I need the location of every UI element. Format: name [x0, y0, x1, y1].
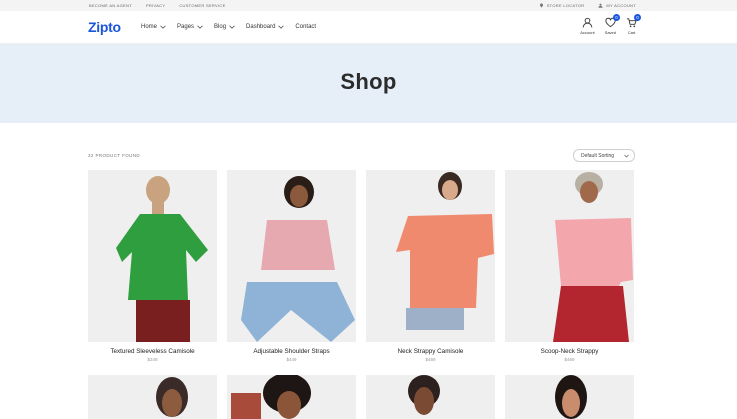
user-icon: [598, 3, 603, 8]
product-image[interactable]: [88, 375, 217, 419]
model-head: [442, 180, 458, 200]
product-card[interactable]: Adjustable Shoulder Straps $449: [227, 170, 356, 362]
product-photo: [366, 170, 495, 342]
model-head: [580, 181, 598, 203]
nav-label: Contact: [295, 24, 317, 30]
product-price: $449: [286, 357, 297, 362]
garment-accent: [231, 393, 261, 419]
chevron-down-icon: [278, 25, 285, 29]
product-card[interactable]: [366, 375, 495, 419]
product-image[interactable]: [505, 375, 634, 419]
garment-bottom: [553, 286, 629, 342]
page-hero: Shop: [0, 44, 737, 123]
nav-item-contact[interactable]: Contact: [295, 24, 316, 30]
product-card[interactable]: Textured Sleeveless Camisole $349: [88, 170, 217, 362]
nav-label: Blog: [214, 24, 227, 30]
product-price: $469: [564, 357, 575, 362]
chevron-down-icon: [624, 154, 629, 157]
product-photo: [505, 170, 634, 342]
model-head: [562, 389, 580, 417]
sort-select[interactable]: Default Sorting: [573, 149, 635, 162]
product-image[interactable]: [505, 170, 634, 342]
product-card[interactable]: [505, 375, 634, 419]
product-photo: [227, 375, 356, 419]
chevron-down-icon: [160, 25, 166, 29]
store-locator-label: STORE LOCATOR: [546, 3, 585, 8]
top-link-agent[interactable]: BECOME AN AGENT: [89, 3, 132, 8]
cart-count-badge: 0: [634, 14, 641, 21]
product-image[interactable]: [227, 375, 356, 419]
top-utility-bar: BECOME AN AGENT PRIVACY CUSTOMER SERVICE…: [0, 0, 737, 11]
account-label: Account: [580, 30, 595, 35]
model-head: [146, 176, 170, 204]
nav-item-pages[interactable]: Pages: [177, 24, 203, 30]
site-logo[interactable]: Zipto: [88, 19, 121, 35]
product-card[interactable]: [88, 375, 217, 419]
saved-count-badge: 0: [613, 14, 620, 21]
product-name[interactable]: Textured Sleeveless Camisole: [88, 348, 217, 355]
garment-top: [555, 218, 633, 286]
my-account-label: MY ACCOUNT: [606, 3, 636, 8]
product-image[interactable]: [227, 170, 356, 342]
garment-top: [261, 220, 335, 270]
model-neck: [152, 202, 164, 216]
nav-label: Home: [141, 24, 158, 30]
header-actions: Account 0 Saved 0 Cart: [580, 14, 641, 35]
product-image[interactable]: [88, 170, 217, 342]
sort-value: Default Sorting: [581, 152, 615, 159]
model-head: [277, 391, 301, 419]
product-card[interactable]: Neck Strappy Camisole $469: [366, 170, 495, 362]
product-photo: [505, 375, 634, 419]
product-name[interactable]: Neck Strappy Camisole: [366, 348, 495, 355]
chevron-down-icon: [197, 25, 203, 29]
top-right-links: STORE LOCATOR MY ACCOUNT: [539, 3, 636, 8]
main-nav: Home Pages Blog Dashboard Contact: [141, 24, 316, 30]
top-link-customer-service[interactable]: CUSTOMER SERVICE: [179, 3, 225, 8]
nav-item-blog[interactable]: Blog: [214, 24, 235, 30]
product-name[interactable]: Adjustable Shoulder Straps: [227, 348, 356, 355]
nav-item-dashboard[interactable]: Dashboard: [246, 24, 285, 30]
product-card[interactable]: Scoop-Neck Strappy $469: [505, 170, 634, 362]
saved-button[interactable]: 0 Saved: [604, 14, 620, 35]
store-locator-link[interactable]: STORE LOCATOR: [539, 3, 585, 8]
model-head: [290, 185, 308, 207]
model-head: [162, 389, 182, 417]
product-photo: [88, 375, 217, 419]
garment-bottom: [136, 300, 190, 342]
product-photo: [366, 375, 495, 419]
page-title: Shop: [340, 69, 397, 94]
garment-bottom: [406, 308, 464, 330]
cart-button[interactable]: 0 Cart: [626, 14, 641, 35]
cart-label: Cart: [627, 30, 636, 35]
product-photo: [227, 170, 356, 342]
top-link-privacy[interactable]: PRIVACY: [146, 3, 165, 8]
product-price: $469: [425, 357, 436, 362]
product-photo: [88, 170, 217, 342]
product-image[interactable]: [366, 375, 495, 419]
my-account-link[interactable]: MY ACCOUNT: [598, 3, 636, 8]
model-head: [414, 387, 434, 415]
chevron-down-icon: [229, 25, 235, 29]
product-count: 32 PRODUCT FOUND: [88, 153, 141, 158]
site-header: Zipto Home Pages Blog Dashboard Contact …: [0, 11, 737, 44]
user-icon: [582, 17, 593, 28]
top-links: BECOME AN AGENT PRIVACY CUSTOMER SERVICE: [89, 3, 226, 8]
nav-label: Pages: [177, 24, 195, 30]
product-price: $349: [147, 357, 158, 362]
saved-label: Saved: [604, 30, 616, 35]
nav-label: Dashboard: [246, 24, 276, 30]
product-image[interactable]: [366, 170, 495, 342]
account-button[interactable]: Account: [580, 17, 595, 35]
product-card[interactable]: [227, 375, 356, 419]
nav-item-home[interactable]: Home: [141, 24, 166, 30]
location-pin-icon: [539, 3, 543, 8]
product-name[interactable]: Scoop-Neck Strappy: [505, 348, 634, 355]
